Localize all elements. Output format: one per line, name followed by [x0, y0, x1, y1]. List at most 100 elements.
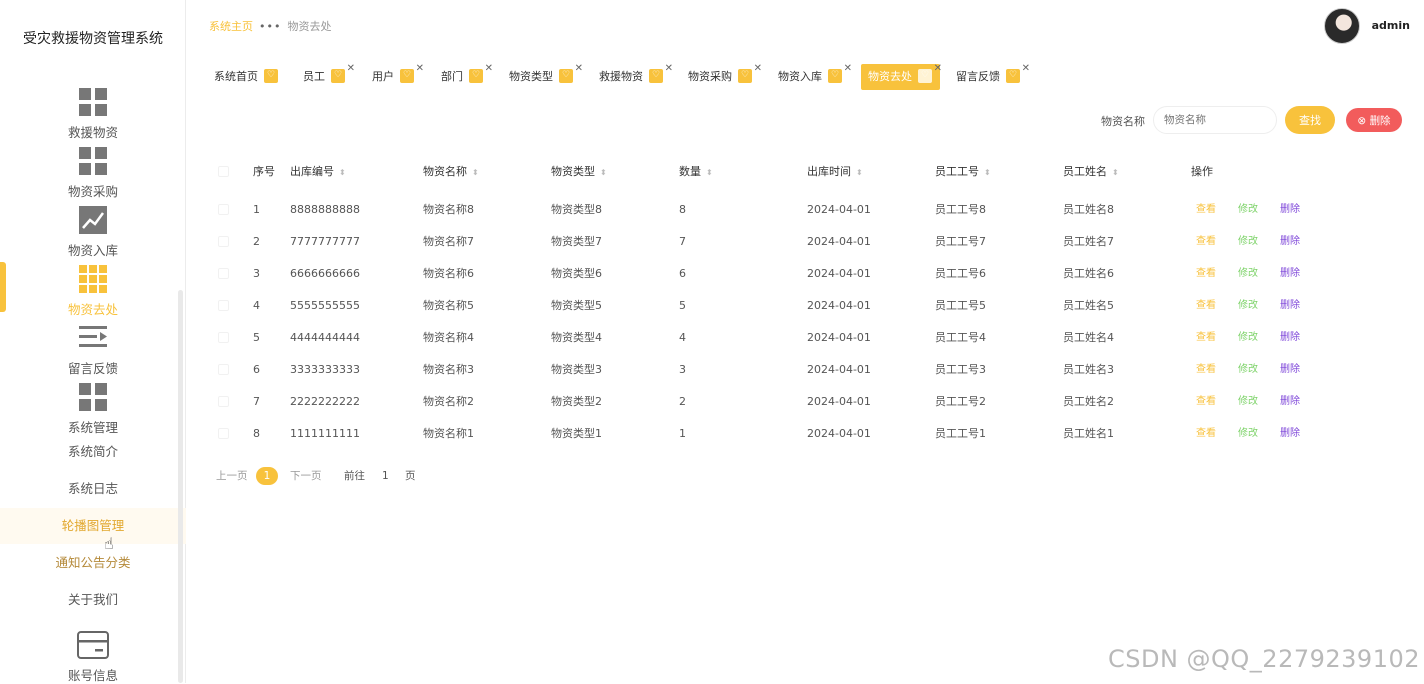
search-input[interactable]: [1153, 106, 1277, 134]
edit-button[interactable]: 修改: [1238, 290, 1258, 322]
col-type[interactable]: 物资类型⬍: [551, 150, 607, 195]
edit-button[interactable]: 修改: [1238, 354, 1258, 386]
tab-rescue-supplies[interactable]: 救援物资✕: [592, 64, 663, 90]
row-delete-button[interactable]: 删除: [1280, 354, 1300, 386]
row-checkbox[interactable]: [218, 204, 229, 215]
close-icon[interactable]: ✕: [575, 56, 583, 82]
row-checkbox[interactable]: [218, 332, 229, 343]
submenu-notice-category[interactable]: 通知公告分类: [0, 545, 186, 581]
view-button[interactable]: 查看: [1196, 418, 1216, 450]
col-out-no[interactable]: 出库编号⬍: [290, 150, 346, 195]
tab-employee[interactable]: 员工✕: [296, 64, 345, 90]
sidebar-item-feedback[interactable]: 留言反馈: [0, 324, 186, 377]
username[interactable]: admin: [1372, 19, 1410, 32]
close-icon[interactable]: ✕: [934, 56, 942, 82]
goto-page-input[interactable]: 1: [382, 467, 389, 485]
avatar[interactable]: [1324, 8, 1360, 44]
sidebar-item-system[interactable]: 系统管理: [0, 383, 186, 436]
cell-index: 8: [253, 418, 260, 450]
tab-feedback[interactable]: 留言反馈✕: [949, 64, 1020, 90]
close-icon[interactable]: ✕: [1022, 56, 1030, 82]
row-delete-button[interactable]: 删除: [1280, 322, 1300, 354]
view-button[interactable]: 查看: [1196, 258, 1216, 290]
edit-button[interactable]: 修改: [1238, 194, 1258, 226]
row-checkbox[interactable]: [218, 236, 229, 247]
search-label: 物资名称: [1101, 113, 1145, 129]
close-icon[interactable]: ✕: [485, 56, 493, 82]
row-delete-button[interactable]: 删除: [1280, 258, 1300, 290]
submenu-system-log[interactable]: 系统日志: [0, 471, 186, 507]
sort-icon: ⬍: [1112, 168, 1119, 177]
cell-type: 物资类型4: [551, 322, 602, 354]
close-icon[interactable]: ✕: [665, 56, 673, 82]
col-name[interactable]: 物资名称⬍: [423, 150, 479, 195]
row-checkbox[interactable]: [218, 396, 229, 407]
edit-button[interactable]: 修改: [1238, 418, 1258, 450]
cell-name: 物资名称6: [423, 258, 474, 290]
submenu-carousel[interactable]: 轮播图管理: [0, 508, 186, 544]
row-checkbox[interactable]: [218, 428, 229, 439]
select-all-checkbox[interactable]: [218, 166, 229, 177]
cell-out-no: 7777777777: [290, 226, 360, 258]
tab-stock-in[interactable]: 物资入库✕: [771, 64, 842, 90]
close-icon[interactable]: ✕: [844, 56, 852, 82]
row-delete-button[interactable]: 删除: [1280, 418, 1300, 450]
cell-emp-no: 员工工号1: [935, 418, 986, 450]
edit-button[interactable]: 修改: [1238, 322, 1258, 354]
sidebar-item-rescue-supplies[interactable]: 救援物资: [0, 88, 186, 141]
close-icon[interactable]: ✕: [416, 56, 424, 82]
tab-supply-type[interactable]: 物资类型✕: [502, 64, 573, 90]
page-suffix: 页: [405, 467, 416, 485]
view-button[interactable]: 查看: [1196, 194, 1216, 226]
cell-time: 2024-04-01: [807, 354, 871, 386]
cell-index: 5: [253, 322, 260, 354]
prev-page-button[interactable]: 上一页: [216, 467, 248, 485]
col-emp-name[interactable]: 员工姓名⬍: [1063, 150, 1119, 195]
sidebar-item-account[interactable]: 账号信息: [0, 631, 186, 684]
delete-button[interactable]: ⊗ 删除: [1346, 108, 1402, 132]
row-delete-button[interactable]: 删除: [1280, 194, 1300, 226]
col-time[interactable]: 出库时间⬍: [807, 150, 863, 195]
tab-purchase[interactable]: 物资采购✕: [681, 64, 752, 90]
edit-button[interactable]: 修改: [1238, 226, 1258, 258]
table-row: 36666666666物资名称6物资类型662024-04-01员工工号6员工姓…: [210, 258, 1320, 290]
row-checkbox[interactable]: [218, 300, 229, 311]
cell-name: 物资名称2: [423, 386, 474, 418]
row-checkbox[interactable]: [218, 268, 229, 279]
tab-department[interactable]: 部门✕: [434, 64, 483, 90]
next-page-button[interactable]: 下一页: [290, 467, 322, 485]
cell-type: 物资类型1: [551, 418, 602, 450]
breadcrumb-home[interactable]: 系统主页: [209, 20, 253, 33]
row-delete-button[interactable]: 删除: [1280, 386, 1300, 418]
col-qty[interactable]: 数量⬍: [679, 150, 713, 195]
submenu-system-intro[interactable]: 系统简介: [0, 434, 186, 470]
tab-user[interactable]: 用户✕: [365, 64, 414, 90]
cell-emp-name: 员工姓名1: [1063, 418, 1114, 450]
close-icon[interactable]: ✕: [347, 56, 355, 82]
page-1-button[interactable]: 1: [256, 467, 278, 485]
tab-destination[interactable]: 物资去处✕: [861, 64, 940, 90]
sidebar-scrollbar[interactable]: [178, 290, 183, 683]
search-button[interactable]: 查找: [1285, 106, 1335, 134]
tab-home[interactable]: 系统首页: [207, 64, 278, 90]
edit-button[interactable]: 修改: [1238, 386, 1258, 418]
sidebar-item-stock-in[interactable]: 物资入库: [0, 206, 186, 259]
card-icon: [77, 631, 109, 659]
row-delete-button[interactable]: 删除: [1280, 290, 1300, 322]
cell-type: 物资类型8: [551, 194, 602, 226]
row-checkbox[interactable]: [218, 364, 229, 375]
apps-icon: [79, 265, 107, 293]
edit-button[interactable]: 修改: [1238, 258, 1258, 290]
col-emp-no[interactable]: 员工工号⬍: [935, 150, 991, 195]
heart-icon: [469, 69, 483, 83]
view-button[interactable]: 查看: [1196, 354, 1216, 386]
row-delete-button[interactable]: 删除: [1280, 226, 1300, 258]
submenu-about[interactable]: 关于我们: [0, 582, 186, 618]
view-button[interactable]: 查看: [1196, 226, 1216, 258]
view-button[interactable]: 查看: [1196, 322, 1216, 354]
view-button[interactable]: 查看: [1196, 386, 1216, 418]
close-icon[interactable]: ✕: [754, 56, 762, 82]
view-button[interactable]: 查看: [1196, 290, 1216, 322]
sidebar-item-purchase[interactable]: 物资采购: [0, 147, 186, 200]
sidebar-item-destination[interactable]: 物资去处: [0, 265, 186, 318]
